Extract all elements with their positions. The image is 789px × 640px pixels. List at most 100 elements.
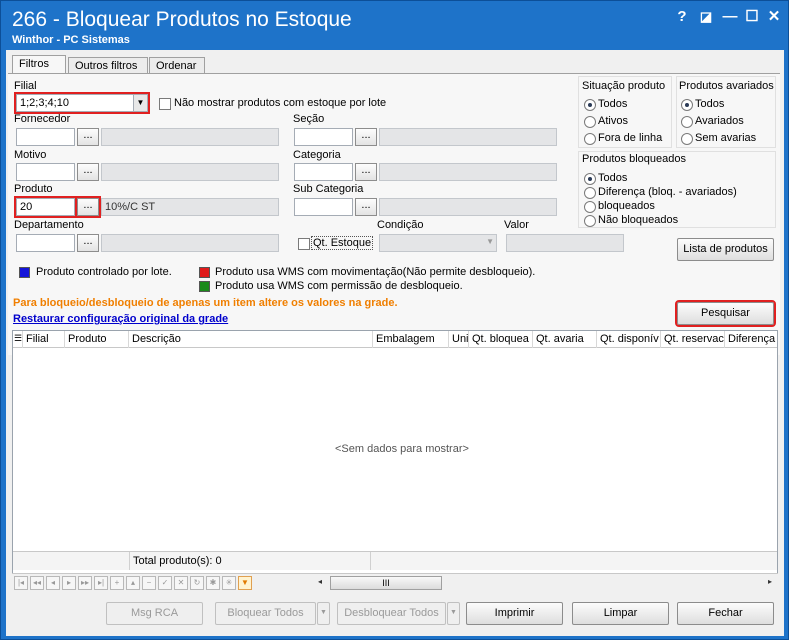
qt-estoque-checkbox[interactable] [298,238,310,250]
goto-bookmark-icon[interactable]: ✳ [222,576,236,590]
secao-label: Seção [293,113,325,125]
client-area: Filtros Outros filtros Ordenar Filial 1;… [6,50,784,636]
motivo-lookup-button[interactable]: ... [77,163,99,181]
fornecedor-desc [101,128,279,146]
situacao-todos-radio[interactable] [584,99,596,111]
scroll-right-icon[interactable]: ▸ [768,577,772,586]
insert-icon[interactable]: + [110,576,124,590]
grid-navigator: |◂ ◂◂ ◂ ▸ ▸▸ ▸| + ▴ − ✓ ✕ ↻ ✱ ✳ ▼ ◂ III … [12,573,778,591]
imprimir-button[interactable]: Imprimir [466,602,563,625]
legend-wms-mov-swatch [199,267,210,278]
pesquisar-button[interactable]: Pesquisar [675,300,776,327]
chevron-down-icon: ▼ [320,609,327,616]
fechar-button[interactable]: Fechar [677,602,774,625]
bloquear-todos-dropdown[interactable]: ▼ [317,602,330,625]
departamento-lookup-button[interactable]: ... [77,234,99,252]
produto-input[interactable]: 20 [14,196,77,218]
cancel-icon[interactable]: ✕ [174,576,188,590]
legend-wms-mov-label: Produto usa WMS com movimentação(Não per… [215,266,536,278]
col-qt-bloqueada[interactable]: Qt. bloquea [469,331,533,348]
restore-icon[interactable]: ◪ [695,7,717,27]
col-embalagem[interactable]: Embalagem [373,331,449,348]
bookmark-icon[interactable]: ✱ [206,576,220,590]
limpar-button[interactable]: Limpar [572,602,669,625]
col-diferenca[interactable]: Diferença ( [725,331,777,348]
minimize-icon[interactable]: — [719,7,741,27]
col-produto[interactable]: Produto [65,331,129,348]
bloquear-todos-button[interactable]: Bloquear Todos [215,602,316,625]
delete-icon[interactable]: − [142,576,156,590]
restore-grid-link[interactable]: Restaurar configuração original da grade [13,313,228,325]
categoria-lookup-button[interactable]: ... [355,163,377,181]
avariados-avariados-label: Avariados [695,115,744,127]
subcategoria-lookup-button[interactable]: ... [355,198,377,216]
post-icon[interactable]: ✓ [158,576,172,590]
grid-empty-text: <Sem dados para mostrar> [335,443,469,455]
title-bar[interactable]: 266 - Bloquear Produtos no Estoque Winth… [1,1,788,48]
valor-label: Valor [504,219,529,231]
next-icon[interactable]: ▸ [62,576,76,590]
bloqueados-nao-label: Não bloqueados [598,214,679,226]
produto-lookup-button[interactable]: ... [75,196,101,218]
last-icon[interactable]: ▸| [94,576,108,590]
scrollbar-thumb[interactable]: III [330,576,442,590]
total-produtos: Total produto(s): 0 [129,552,371,570]
close-icon[interactable]: ✕ [763,7,785,27]
condicao-combo[interactable]: ▼ [379,234,497,252]
fornecedor-input[interactable] [16,128,75,146]
valor-input[interactable] [506,234,624,252]
categoria-input[interactable] [294,163,353,181]
motivo-input[interactable] [16,163,75,181]
chevron-down-icon[interactable]: ▼ [133,95,147,111]
filial-label: Filial [14,80,37,92]
col-qt-reservada[interactable]: Qt. reservac [661,331,725,348]
bloqueados-diferenca-radio[interactable] [584,187,596,199]
refresh-icon[interactable]: ↻ [190,576,204,590]
bloqueados-bloqueados-radio[interactable] [584,201,596,213]
categoria-desc [379,163,557,181]
filter-icon[interactable]: ▼ [238,576,252,590]
bloqueados-nao-radio[interactable] [584,215,596,227]
col-qt-avaria[interactable]: Qt. avaria [533,331,597,348]
desbloquear-todos-dropdown[interactable]: ▼ [447,602,460,625]
departamento-input[interactable] [16,234,75,252]
products-grid[interactable]: ☰ Filial Produto Descrição Embalagem Uni… [12,330,778,589]
chevron-down-icon: ▼ [486,237,494,246]
scroll-left-icon[interactable]: ◂ [318,577,322,586]
first-icon[interactable]: |◂ [14,576,28,590]
no-show-lote-label: Não mostrar produtos com estoque por lot… [174,97,387,109]
filial-combo[interactable]: 1;2;3;4;10 ▼ [14,92,150,114]
grid-header: ☰ Filial Produto Descrição Embalagem Uni… [13,331,777,348]
fornecedor-lookup-button[interactable]: ... [77,128,99,146]
up-icon[interactable]: ▴ [126,576,140,590]
grid-menu-icon[interactable]: ☰ [13,331,23,348]
situacao-ativos-radio[interactable] [584,116,596,128]
msg-rca-button[interactable]: Msg RCA [106,602,203,625]
avariados-todos-radio[interactable] [681,99,693,111]
qt-estoque-label[interactable]: Qt. Estoque [311,236,374,250]
no-show-lote-checkbox[interactable] [159,98,171,110]
subcategoria-input[interactable] [294,198,353,216]
filial-value: 1;2;3;4;10 [20,97,69,109]
avariados-sem-radio[interactable] [681,133,693,145]
col-filial[interactable]: Filial [23,331,65,348]
col-qt-disponivel[interactable]: Qt. disponív [597,331,661,348]
situacao-fora-radio[interactable] [584,133,596,145]
avariados-todos-label: Todos [695,98,725,110]
window-title: 266 - Bloquear Produtos no Estoque [12,8,352,31]
lista-produtos-button[interactable]: Lista de produtos [677,238,774,261]
desbloquear-todos-button[interactable]: Desbloquear Todos [337,602,446,625]
avariados-avariados-radio[interactable] [681,116,693,128]
prev-icon[interactable]: ◂ [46,576,60,590]
prev-page-icon[interactable]: ◂◂ [30,576,44,590]
departamento-desc [101,234,279,252]
help-icon[interactable]: ? [671,7,693,27]
bloqueados-todos-radio[interactable] [584,173,596,185]
next-page-icon[interactable]: ▸▸ [78,576,92,590]
legend-lote-swatch [19,267,30,278]
col-descricao[interactable]: Descrição [129,331,373,348]
col-uni[interactable]: Uni [449,331,469,348]
maximize-icon[interactable]: ☐ [741,7,763,27]
secao-input[interactable] [294,128,353,146]
secao-lookup-button[interactable]: ... [355,128,377,146]
